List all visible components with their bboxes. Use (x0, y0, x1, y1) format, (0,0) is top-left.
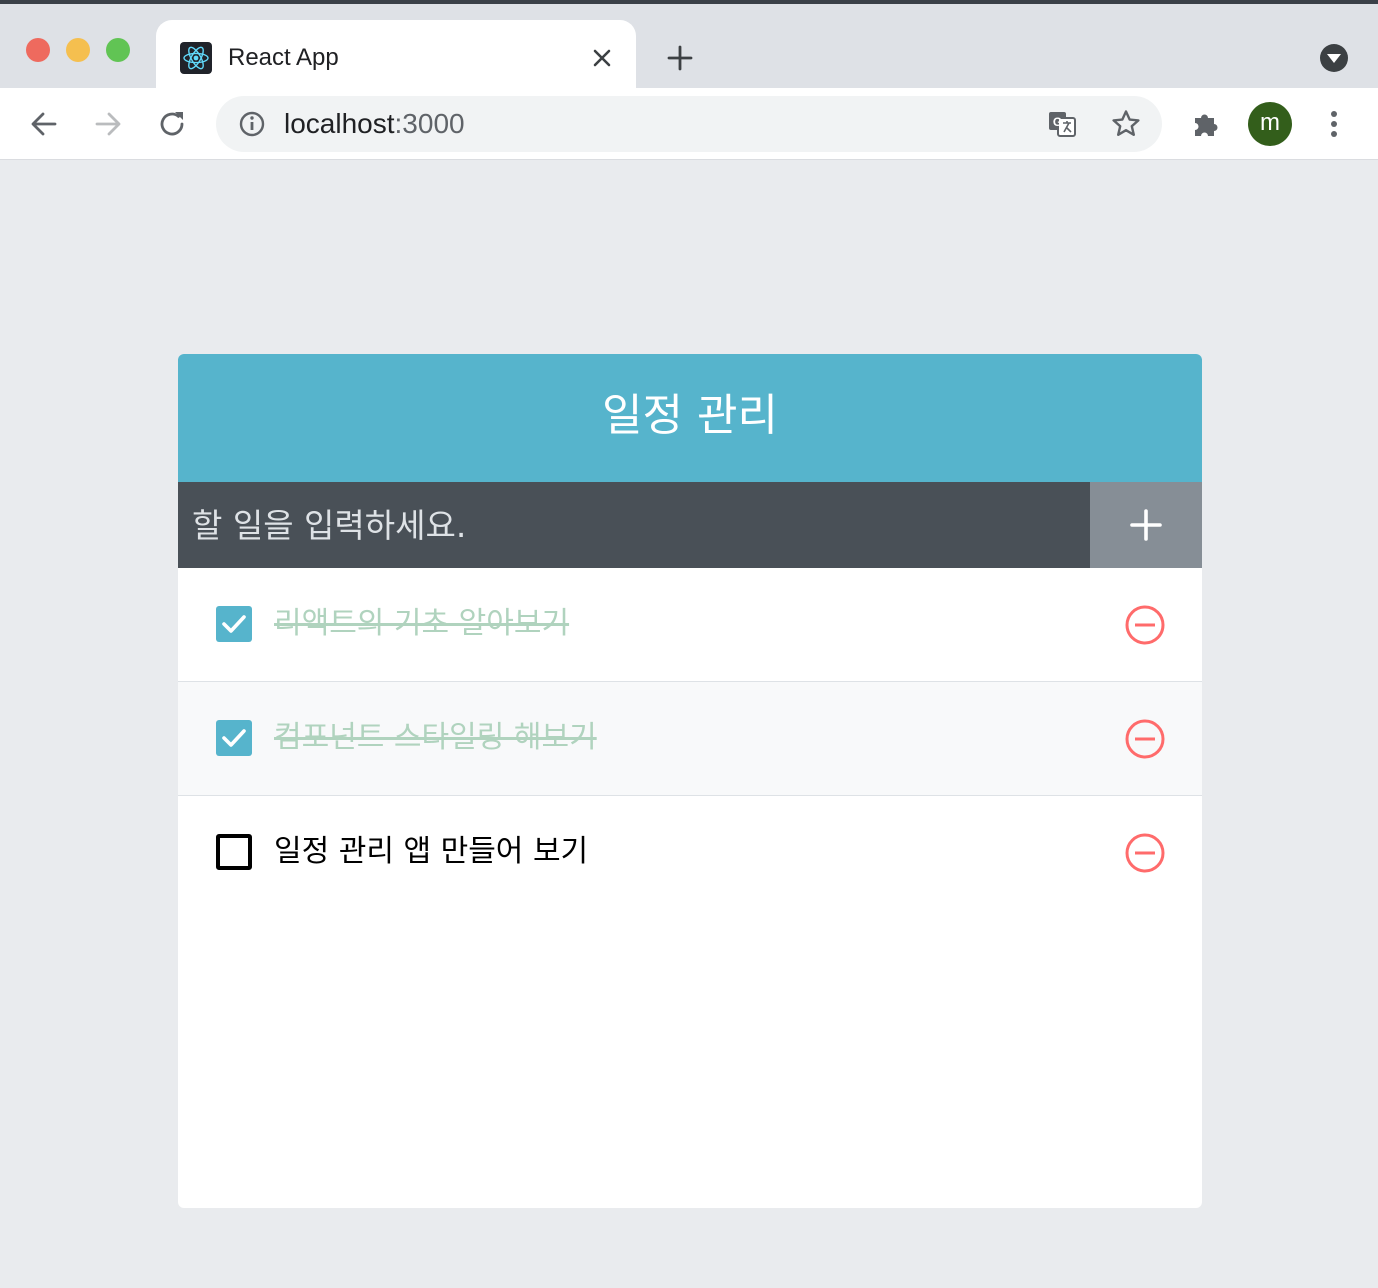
close-window-button[interactable] (26, 38, 50, 62)
remove-circle-icon[interactable] (1124, 604, 1166, 646)
browser-titlebar: React App (0, 0, 1378, 92)
react-logo-icon (180, 42, 212, 74)
forward-arrow-icon[interactable] (92, 108, 124, 140)
todo-template: 일정 관리 리액트의 기초 알아보기 (178, 354, 1202, 1208)
address-bar[interactable]: localhost:3000 G (216, 96, 1162, 152)
new-tab-icon[interactable] (666, 44, 694, 72)
back-arrow-icon[interactable] (28, 108, 60, 140)
extensions-puzzle-icon[interactable] (1190, 108, 1222, 140)
app-title: 일정 관리 (178, 354, 1202, 482)
url-text: localhost:3000 (284, 108, 465, 140)
checked-checkbox-icon[interactable] (216, 606, 252, 642)
zoom-window-button[interactable] (106, 38, 130, 62)
todo-item: 컴포넌트 스타일링 해보기 (178, 682, 1202, 796)
todo-item: 리액트의 기초 알아보기 (178, 568, 1202, 682)
tab-search-icon[interactable] (1318, 42, 1350, 74)
bookmark-star-icon[interactable] (1110, 108, 1142, 140)
browser-toolbar: localhost:3000 G m (0, 88, 1378, 160)
more-menu-icon[interactable] (1318, 108, 1350, 140)
todo-input[interactable] (178, 482, 1090, 568)
remove-circle-icon[interactable] (1124, 718, 1166, 760)
url-host: localhost (284, 108, 395, 139)
plus-icon (1129, 508, 1163, 542)
svg-text:G: G (1053, 115, 1062, 129)
checked-checkbox-icon[interactable] (216, 720, 252, 756)
reload-icon[interactable] (156, 108, 188, 140)
todo-item: 일정 관리 앱 만들어 보기 (178, 796, 1202, 909)
browser-tab[interactable]: React App (156, 20, 636, 92)
todo-text: 컴포넌트 스타일링 해보기 (274, 720, 597, 755)
add-todo-button[interactable] (1090, 482, 1202, 568)
close-tab-icon[interactable] (590, 46, 614, 70)
profile-avatar[interactable]: m (1248, 102, 1292, 146)
translate-icon[interactable]: G (1046, 108, 1078, 140)
todo-text: 리액트의 기초 알아보기 (274, 606, 570, 641)
url-port: :3000 (394, 108, 465, 139)
tab-title: React App (228, 44, 339, 71)
todo-list: 리액트의 기초 알아보기 컴포넌트 스타일링 해보기 일정 관리 앱 만들어 보… (178, 568, 1202, 909)
todo-insert-form (178, 482, 1202, 568)
minimize-window-button[interactable] (66, 38, 90, 62)
site-info-icon[interactable] (236, 108, 268, 140)
remove-circle-icon[interactable] (1124, 832, 1166, 874)
unchecked-checkbox-icon[interactable] (216, 834, 252, 870)
todo-text: 일정 관리 앱 만들어 보기 (274, 834, 589, 869)
